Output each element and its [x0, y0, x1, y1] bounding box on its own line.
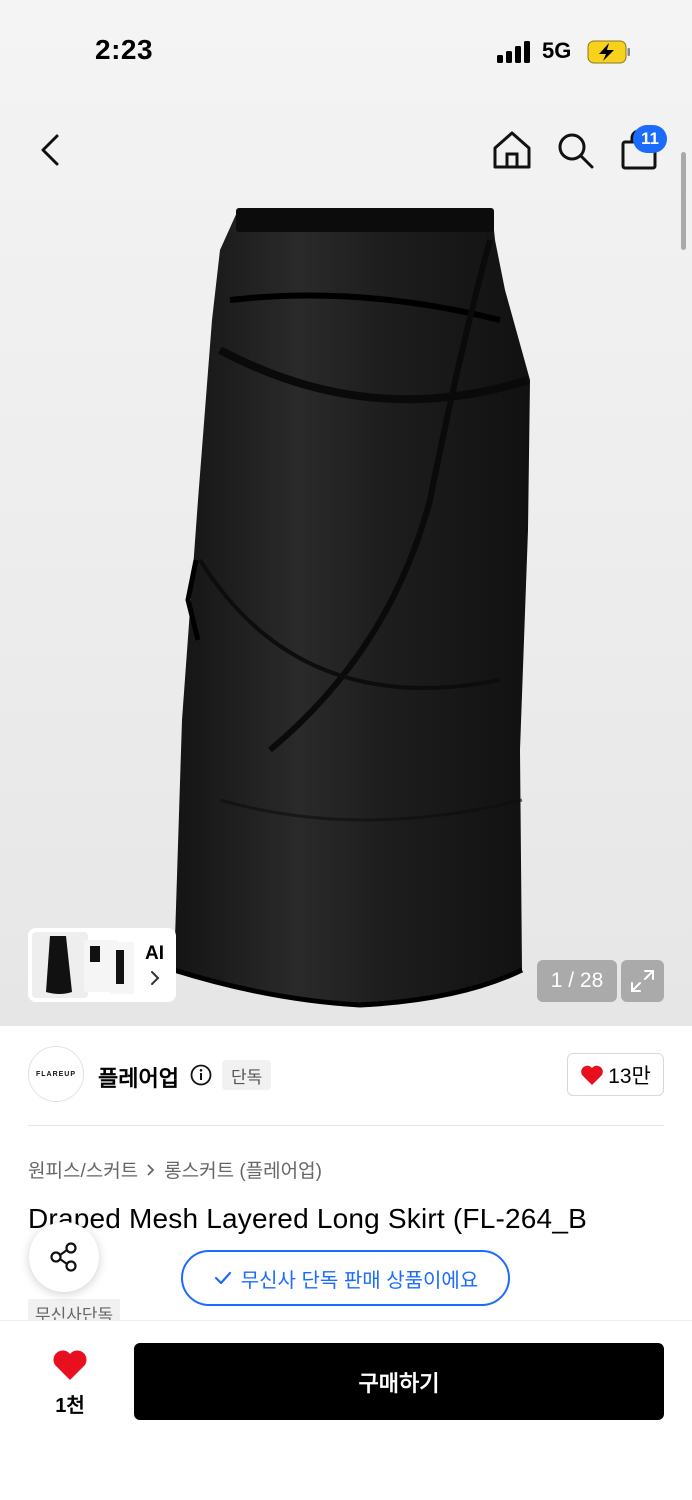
scroll-indicator: [681, 152, 686, 250]
home-icon[interactable]: [490, 128, 534, 172]
exclusive-notice-text: 무신사 단독 판매 상품이에요: [240, 1269, 479, 1292]
share-icon: [50, 1242, 77, 1272]
info-icon[interactable]: [190, 1064, 212, 1086]
brand-like-count: 13만: [608, 1064, 651, 1088]
wishlist-count: 1천: [55, 1395, 85, 1417]
ai-label: AI: [145, 943, 164, 964]
status-bar: 2:23 5G: [0, 0, 692, 100]
network-type: 5G: [542, 38, 572, 63]
exclusive-badge: 단독: [222, 1060, 272, 1090]
product-image-gallery[interactable]: 2:23 5G 11 AI 1 / 28: [0, 0, 692, 1026]
heart-icon: [53, 1350, 87, 1380]
buy-button[interactable]: 구매하기: [134, 1343, 664, 1420]
brand-name[interactable]: 플레어업: [98, 1061, 179, 1093]
signal-icon: [497, 41, 533, 63]
product-image[interactable]: [160, 200, 540, 1020]
cart-count-badge: 11: [633, 125, 667, 153]
ai-thumbnail: [32, 932, 134, 998]
ai-styling-card[interactable]: AI: [28, 928, 176, 1002]
brand-like-button[interactable]: 13만: [567, 1053, 664, 1096]
exclusive-notice: 무신사 단독 판매 상품이에요: [181, 1250, 510, 1306]
product-title: Draped Mesh Layered Long Skirt (FL-264_B: [28, 1203, 587, 1234]
image-counter: 1 / 28: [537, 960, 617, 1002]
breadcrumb-subcategory[interactable]: 롱스커트 (플레어업): [164, 1156, 322, 1183]
share-button[interactable]: [29, 1222, 99, 1292]
brand-row: FLAREUP 플레어업 단독 13만: [28, 1046, 664, 1106]
brand-logo[interactable]: FLAREUP: [28, 1046, 84, 1102]
chevron-right-icon: [147, 1163, 155, 1176]
status-time: 2:23: [95, 34, 154, 65]
breadcrumb: 원피스/스커트 롱스커트 (플레어업): [28, 1156, 322, 1183]
breadcrumb-category[interactable]: 원피스/스커트: [28, 1156, 138, 1183]
battery-charging-icon: [587, 40, 630, 64]
bottom-action-bar: 1천 구매하기: [0, 1320, 692, 1500]
divider: [28, 1125, 664, 1126]
chevron-right-icon: [151, 971, 160, 985]
heart-icon: [581, 1065, 603, 1085]
check-icon: [214, 1271, 231, 1285]
back-icon[interactable]: [30, 128, 74, 172]
search-icon[interactable]: [553, 128, 597, 172]
expand-icon[interactable]: [621, 960, 664, 1002]
wishlist-button[interactable]: 1천: [36, 1345, 104, 1417]
